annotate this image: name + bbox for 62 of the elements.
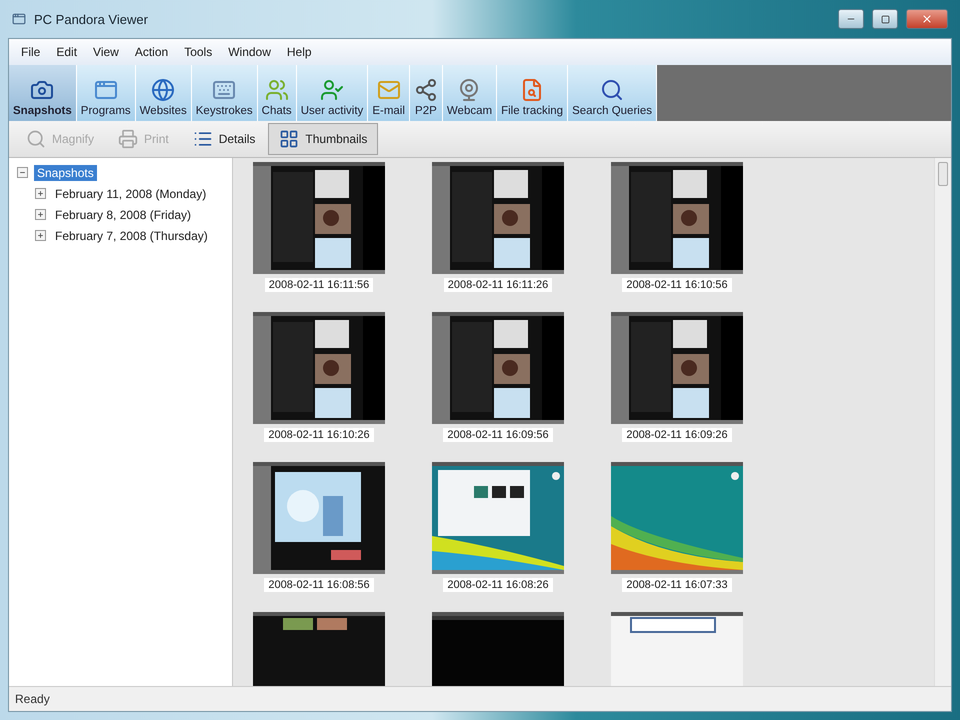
expander-icon[interactable] — [35, 230, 46, 241]
window-title: PC Pandora Viewer — [34, 12, 148, 26]
user-check-icon — [320, 78, 344, 102]
window-icon — [94, 78, 118, 102]
grid-icon — [279, 129, 300, 149]
thumbnail-caption: 2008-02-11 16:08:26 — [443, 578, 553, 592]
thumbnail-caption: 2008-02-11 16:11:56 — [264, 278, 374, 292]
globe-icon — [151, 78, 176, 102]
thumbnail-caption: 2008-02-11 16:10:26 — [264, 428, 374, 442]
minimize-button[interactable] — [838, 9, 864, 29]
camera-icon — [30, 78, 54, 102]
keyboard-icon — [212, 78, 236, 102]
toolbar-button[interactable]: E-mail — [368, 65, 410, 121]
plus-icon — [37, 232, 44, 239]
toolbar-button[interactable]: Websites — [136, 65, 192, 121]
tree-item[interactable]: February 11, 2008 (Monday) — [52, 186, 210, 202]
maximize-icon — [880, 14, 890, 24]
toolbar-button[interactable]: Keystrokes — [192, 65, 258, 121]
menu-item[interactable]: View — [87, 43, 125, 61]
toolbar-button[interactable]: File tracking — [497, 65, 568, 121]
tree-item[interactable]: February 8, 2008 (Friday) — [52, 206, 194, 222]
thumbnail-caption: 2008-02-11 16:11:26 — [444, 278, 552, 292]
toolbar-button[interactable]: Chats — [258, 65, 297, 121]
toolbar-button[interactable]: User activity — [296, 65, 368, 121]
menu-item[interactable]: Window — [222, 43, 277, 61]
thumbnail-caption: 2008-02-11 16:09:56 — [443, 428, 553, 442]
printer-icon — [118, 129, 138, 149]
toolbar-button[interactable]: Search Queries — [568, 65, 657, 121]
minus-icon — [19, 169, 26, 176]
tree-item[interactable]: February 7, 2008 (Thursday) — [52, 228, 211, 244]
magnify-icon — [26, 129, 46, 149]
menu-item[interactable]: Edit — [50, 43, 84, 61]
expander-icon[interactable] — [35, 188, 46, 199]
thumbnail-caption: 2008-02-11 16:08:56 — [264, 578, 374, 592]
view-button[interactable]: Details — [182, 123, 266, 155]
tree-item[interactable]: Snapshots — [34, 164, 97, 180]
view-button[interactable]: Thumbnails — [268, 123, 378, 155]
toolbar-button[interactable]: P2P — [410, 65, 443, 121]
envelope-icon — [376, 78, 401, 102]
close-button[interactable] — [906, 9, 948, 29]
menu-item[interactable]: File — [15, 43, 46, 61]
thumbnail-caption: 2008-02-11 16:10:56 — [622, 278, 732, 292]
expander-icon[interactable] — [35, 209, 46, 220]
toolbar-button[interactable]: Webcam — [442, 65, 498, 121]
menu-item[interactable]: Action — [128, 43, 174, 61]
share-icon — [414, 78, 438, 102]
plus-icon — [37, 211, 44, 218]
thumbnail-caption: 2008-02-11 16:09:26 — [622, 428, 732, 442]
search-icon — [600, 78, 624, 102]
close-icon — [921, 13, 933, 25]
scrollbar[interactable] — [934, 158, 951, 686]
app-icon — [12, 12, 26, 26]
users-icon — [264, 78, 289, 102]
maximize-button[interactable] — [872, 9, 898, 29]
status-text: Ready — [15, 692, 50, 706]
toolbar-button[interactable]: Programs — [76, 65, 136, 121]
expander-icon[interactable] — [17, 167, 28, 178]
toolbar-button[interactable]: Snapshots — [9, 65, 77, 121]
menu-item[interactable]: Tools — [178, 43, 218, 61]
thumbnail-caption: 2008-02-11 16:07:33 — [622, 578, 732, 592]
plus-icon — [37, 190, 44, 197]
menu-item[interactable]: Help — [280, 43, 318, 61]
